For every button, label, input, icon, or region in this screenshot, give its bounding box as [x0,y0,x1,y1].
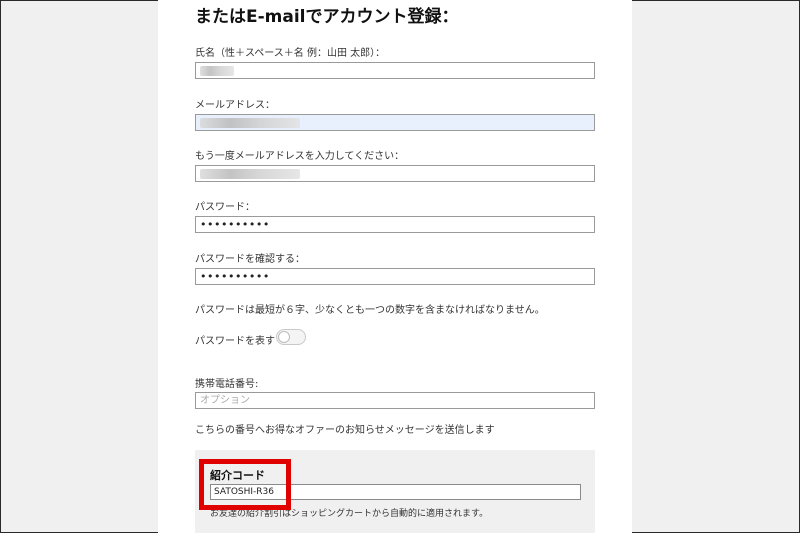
show-password-toggle[interactable] [276,329,306,345]
redacted-email-confirm [200,169,300,179]
password-confirm-label: パスワードを確認する： [195,254,305,265]
phone-input[interactable]: オプション [195,392,595,409]
password-label: パスワード： [195,202,255,213]
name-input[interactable] [195,62,595,79]
referral-highlight-box [199,459,291,510]
email-label: メールアドレス： [195,100,275,111]
email-confirm-input[interactable] [195,165,595,182]
password-input[interactable]: •••••••••• [195,216,595,233]
email-input[interactable] [195,114,595,131]
phone-placeholder: オプション [200,395,250,406]
page-title: またはE-mailでアカウント登録： [195,7,459,27]
show-password-label: パスワードを表す [195,336,275,347]
phone-note: こちらの番号へお得なオファーのお知らせメッセージを送信します [195,425,495,436]
email-confirm-label: もう一度メールアドレスを入力してください： [195,151,405,162]
toggle-knob [278,331,290,343]
password-hint: パスワードは最短が６字、少なくとも一つの数字を含まなければなりません。 [195,305,545,316]
name-label: 氏名（性＋スペース＋名 例：山田 太郎）： [195,48,386,59]
phone-label: 携帯電話番号: [195,379,259,390]
redacted-name [200,66,234,76]
redacted-email [200,118,300,128]
password-confirm-input[interactable]: •••••••••• [195,268,595,285]
